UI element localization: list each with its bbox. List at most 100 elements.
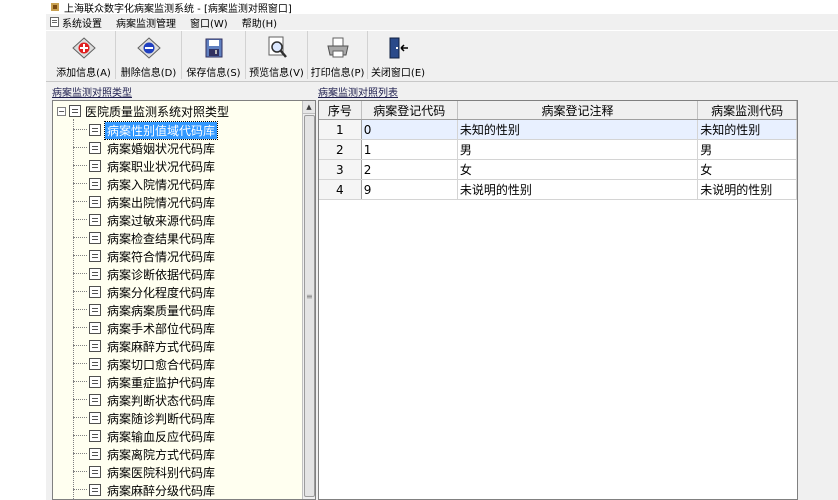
add-info-button[interactable]: 添加信息(A) — [52, 31, 116, 79]
tree-connector — [73, 471, 87, 473]
row-number-cell: 1 — [319, 119, 362, 140]
table-cell[interactable]: 女 — [697, 159, 797, 180]
tree-connector — [73, 309, 87, 311]
tree-connector — [73, 453, 87, 455]
tree-item[interactable]: 病案麻醉方式代码库 — [73, 337, 217, 355]
menu-system-settings[interactable]: 系统设置 — [46, 15, 109, 30]
table-cell[interactable]: 2 — [361, 159, 458, 180]
table-cell[interactable]: 男 — [457, 139, 699, 160]
table-row[interactable]: 1 0 未知的性别 未知的性别 — [319, 119, 797, 140]
mapping-grid: 序号 病案登记代码 病案登记注释 病案监测代码 1 0 未知的性别 未知的性别 2 1 男男… — [318, 100, 798, 500]
grid-body: 1 0 未知的性别 未知的性别 2 1 男男 3 2 女女 4 9 未说明的性别 未说明的性别 — [319, 119, 797, 200]
tree-item[interactable]: 病案出院情况代码库 — [73, 193, 217, 211]
tree-connector — [73, 327, 87, 329]
tree-item[interactable]: 病案过敏来源代码库 — [73, 211, 217, 229]
tree-item-label: 病案麻醉方式代码库 — [107, 339, 216, 354]
app-icon — [50, 2, 60, 12]
tree-item[interactable]: 病案麻醉分级代码库 — [73, 481, 217, 499]
close-window-button[interactable]: 关闭窗口(E) — [368, 31, 428, 79]
document-icon — [89, 322, 101, 334]
row-number-cell: 2 — [319, 139, 362, 160]
col-header-reg-code[interactable]: 病案登记代码 — [361, 101, 458, 120]
tree-item[interactable]: 病案切口愈合代码库 — [73, 355, 217, 373]
row-number-cell: 4 — [319, 179, 362, 200]
table-cell[interactable]: 未知的性别 — [697, 119, 797, 140]
table-row[interactable]: 32女女 — [319, 159, 797, 180]
preview-icon — [261, 34, 293, 62]
table-cell[interactable]: 女 — [457, 159, 699, 180]
tree-item[interactable]: 病案入院情况代码库 — [73, 175, 217, 193]
tree-item-label: 病案麻醉分级代码库 — [107, 483, 216, 498]
tree-item[interactable]: 病案重症监护代码库 — [73, 373, 217, 391]
tree-item[interactable]: 病案离院方式代码库 — [73, 445, 217, 463]
table-cell[interactable]: 1 — [361, 139, 458, 160]
tree-item[interactable]: 病案手术部位代码库 — [73, 319, 217, 337]
tree-connector — [73, 435, 87, 437]
table-cell[interactable]: 9 — [361, 179, 458, 200]
save-info-button[interactable]: 保存信息(S) — [182, 31, 246, 79]
category-tree[interactable]: − 医院质量监测系统对照类型 病案性别值域代码库 病案婚姻状况代码库病案职业状况代… — [52, 100, 316, 500]
tree-item[interactable]: 病案职业状况代码库 — [73, 157, 217, 175]
tree-item-label: 病案职业状况代码库 — [107, 159, 216, 174]
table-row[interactable]: 21男男 — [319, 139, 797, 160]
tree-item[interactable]: 病案符合情况代码库 — [73, 247, 217, 265]
table-cell[interactable]: 未说明的性别 — [457, 179, 699, 200]
tree-item[interactable]: 病案诊断依据代码库 — [73, 265, 217, 283]
col-header-seq[interactable]: 序号 — [319, 101, 362, 120]
add-icon — [68, 34, 100, 62]
tree-item-label: 病案性别值域代码库 — [103, 120, 219, 140]
tree-item-label: 病案判断状态代码库 — [107, 393, 216, 408]
document-icon — [89, 214, 101, 226]
main-window: 上海联众数字化病案监测系统 - [病案监测对照窗口] 系统设置 病案监测管理 窗… — [46, 0, 838, 500]
tree-item-label: 病案检查结果代码库 — [107, 231, 216, 246]
col-header-monitor-code[interactable]: 病案监测代码 — [697, 101, 797, 120]
document-icon — [69, 105, 81, 117]
tree-item-label: 病案手术部位代码库 — [107, 321, 216, 336]
tree-item[interactable]: 病案输血反应代码库 — [73, 427, 217, 445]
tree-item-label: 病案离院方式代码库 — [107, 447, 216, 462]
row-number-cell: 3 — [319, 159, 362, 180]
tree-item[interactable]: 病案检查结果代码库 — [73, 229, 217, 247]
tree-connector — [73, 381, 87, 383]
menu-label: 系统设置 — [62, 18, 102, 30]
table-cell[interactable]: 未说明的性别 — [697, 179, 797, 200]
tree-item[interactable]: 病案分化程度代码库 — [73, 283, 217, 301]
tree-item[interactable]: 病案判断状态代码库 — [73, 391, 217, 409]
document-icon — [89, 160, 101, 172]
tree-scrollbar[interactable]: ▲ — [302, 101, 315, 499]
document-icon — [89, 430, 101, 442]
tree-item[interactable]: 病案性别值域代码库 — [73, 120, 219, 140]
tree-root-label: 医院质量监测系统对照类型 — [85, 104, 230, 119]
tree-root-node[interactable]: − 医院质量监测系统对照类型 — [57, 103, 229, 119]
table-cell[interactable]: 未知的性别 — [457, 119, 699, 140]
menu-help[interactable]: 帮助(H) — [235, 15, 284, 30]
print-info-button[interactable]: 打印信息(P) — [308, 31, 368, 79]
tree-connector — [73, 183, 87, 185]
delete-info-button[interactable]: 删除信息(D) — [116, 31, 182, 79]
table-row[interactable]: 4 9 未说明的性别 未说明的性别 — [319, 179, 797, 200]
window-title: 上海联众数字化病案监测系统 - [病案监测对照窗口] — [64, 3, 292, 15]
document-icon — [89, 124, 101, 136]
menu-monitor-management[interactable]: 病案监测管理 — [109, 15, 183, 30]
tree-item[interactable]: 病案婚姻状况代码库 — [73, 139, 217, 157]
tree-connector — [73, 273, 87, 275]
scrollbar-thumb[interactable] — [304, 115, 315, 497]
table-cell[interactable]: 男 — [697, 139, 797, 160]
collapse-icon[interactable]: − — [57, 106, 66, 116]
table-cell[interactable]: 0 — [361, 119, 458, 140]
menu-window[interactable]: 窗口(W) — [183, 15, 235, 30]
tree-connector — [73, 129, 87, 131]
left-panel-title: 病案监测对照类型 — [52, 88, 132, 99]
title-bar: 上海联众数字化病案监测系统 - [病案监测对照窗口] — [46, 0, 838, 15]
preview-info-button[interactable]: 预览信息(V) — [246, 31, 308, 79]
tree-item[interactable]: 病案病案质量代码库 — [73, 301, 217, 319]
tree-item[interactable]: 病案医院科别代码库 — [73, 463, 217, 481]
col-header-reg-note[interactable]: 病案登记注释 — [457, 101, 699, 120]
tree-item-label: 病案病案质量代码库 — [107, 303, 216, 318]
scroll-up-arrow-icon[interactable]: ▲ — [303, 101, 315, 114]
tree-item[interactable]: 病案随诊判断代码库 — [73, 409, 217, 427]
delete-info-label: 删除信息(D) — [120, 68, 177, 79]
document-icon — [89, 340, 101, 352]
tree-item-label: 病案输血反应代码库 — [107, 429, 216, 444]
document-icon — [89, 448, 101, 460]
